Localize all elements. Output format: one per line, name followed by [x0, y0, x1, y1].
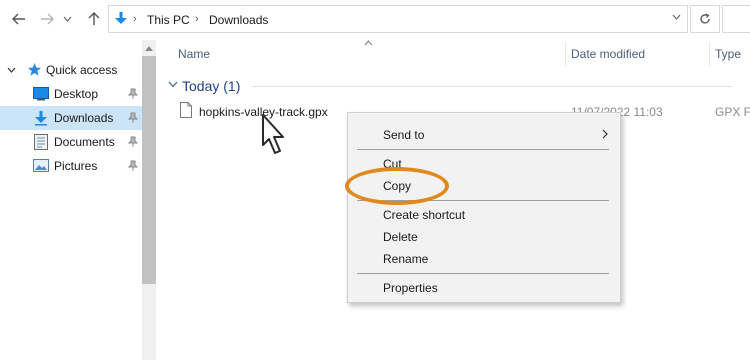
forward-arrow-icon	[41, 13, 54, 25]
sidebar-item-pictures[interactable]: Pictures	[0, 154, 142, 178]
chevron-down-icon	[63, 16, 71, 22]
menu-item-label: Create shortcut	[383, 208, 466, 222]
sidebar-item-label: Documents	[54, 135, 115, 149]
sidebar-item-desktop[interactable]: Desktop	[0, 82, 142, 106]
menu-item-send-to[interactable]: Send to	[348, 124, 620, 146]
menu-item-label: Properties	[383, 281, 438, 295]
column-header-name[interactable]: Name	[178, 47, 210, 61]
breadcrumb-separator: ›	[195, 13, 199, 25]
column-divider[interactable]	[709, 42, 710, 66]
sort-ascending-icon	[364, 40, 373, 46]
breadcrumb-this-pc[interactable]: This PC	[147, 13, 190, 27]
desktop-icon	[33, 87, 49, 101]
navigation-bar: › This PC › Downloads	[0, 0, 750, 40]
up-button[interactable]	[83, 8, 105, 30]
sidebar-item-label: Pictures	[54, 159, 98, 173]
pictures-icon	[33, 159, 49, 172]
file-type: GPX Fi	[715, 105, 750, 119]
chevron-down-icon	[168, 81, 178, 88]
menu-item-properties[interactable]: Properties	[348, 277, 620, 299]
scrollbar-thumb[interactable]	[142, 56, 156, 284]
menu-item-label: Send to	[383, 128, 425, 142]
column-header-date-modified[interactable]: Date modified	[571, 47, 645, 61]
scroll-up-icon	[145, 46, 153, 51]
star-icon	[27, 62, 42, 76]
download-icon	[35, 111, 47, 126]
sidebar-item-quick-access[interactable]: Quick access	[0, 58, 142, 82]
back-arrow-icon	[12, 13, 25, 25]
menu-item-delete[interactable]: Delete	[348, 226, 620, 248]
forward-button[interactable]	[36, 8, 58, 30]
pin-icon	[128, 136, 138, 147]
refresh-icon	[700, 13, 710, 24]
mouse-pointer-icon	[262, 114, 284, 154]
recent-locations-button[interactable]	[60, 8, 74, 30]
up-arrow-icon	[88, 12, 100, 25]
sidebar-item-label: Quick access	[46, 63, 118, 77]
pin-icon	[128, 88, 138, 99]
address-bar[interactable]: › This PC › Downloads	[108, 5, 688, 33]
group-header-today[interactable]: Today (1)	[182, 78, 240, 94]
chevron-down-icon	[7, 67, 16, 73]
menu-item-create-shortcut[interactable]: Create shortcut	[348, 204, 620, 226]
breadcrumb-downloads[interactable]: Downloads	[209, 13, 268, 27]
sidebar-item-downloads[interactable]: Downloads	[0, 106, 142, 130]
pin-icon	[128, 160, 138, 171]
sidebar-item-label: Downloads	[54, 111, 114, 125]
search-input[interactable]	[722, 5, 750, 33]
menu-separator	[357, 149, 609, 150]
menu-item-rename[interactable]: Rename	[348, 248, 620, 270]
breadcrumb-separator: ›	[133, 13, 137, 25]
documents-icon	[34, 134, 48, 150]
column-divider[interactable]	[565, 42, 566, 66]
column-header-type[interactable]: Type	[715, 47, 741, 61]
group-divider	[252, 86, 732, 87]
navigation-pane: Quick access Desktop Downloads Documents…	[0, 40, 142, 360]
sidebar-item-documents[interactable]: Documents	[0, 130, 142, 154]
chevron-right-icon	[602, 129, 608, 139]
pin-icon	[128, 112, 138, 123]
context-menu: Send to Cut Copy Create shortcut Delete …	[347, 112, 621, 303]
file-icon	[180, 102, 192, 118]
back-button[interactable]	[8, 8, 30, 30]
menu-item-label: Rename	[383, 252, 429, 266]
sidebar-item-label: Desktop	[54, 87, 99, 101]
download-icon	[115, 12, 127, 24]
menu-item-label: Delete	[383, 230, 418, 244]
menu-separator	[357, 273, 609, 274]
chevron-down-icon	[672, 14, 681, 20]
highlight-ring	[345, 167, 449, 205]
refresh-button[interactable]	[690, 5, 720, 33]
